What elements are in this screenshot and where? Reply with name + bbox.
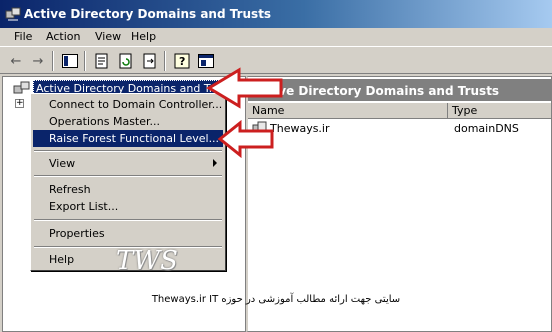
menu-item-refresh[interactable]: Refresh — [33, 181, 223, 198]
menu-separator — [34, 150, 222, 152]
menu-view[interactable]: View — [95, 30, 121, 43]
menu-item-operations-master[interactable]: Operations Master... — [33, 113, 223, 130]
details-header: Active Directory Domains and Trusts — [248, 79, 552, 101]
ad-domains-icon — [13, 81, 30, 94]
back-icon[interactable]: ← — [6, 51, 26, 71]
menu-file[interactable]: File — [14, 30, 32, 43]
export-icon[interactable] — [140, 51, 160, 71]
menu-separator — [34, 175, 222, 177]
window-titlebar: Active Directory Domains and Trusts — [0, 0, 552, 28]
column-header-name[interactable]: Name — [248, 103, 448, 119]
menubar: File Action View Help — [0, 28, 552, 46]
menu-separator — [34, 219, 222, 221]
help-icon[interactable]: ? — [172, 51, 192, 71]
properties-icon[interactable] — [92, 51, 112, 71]
row-name: Theways.ir — [270, 122, 330, 135]
console-icon[interactable] — [196, 51, 216, 71]
menu-item-raise-forest-level[interactable]: Raise Forest Functional Level... — [33, 130, 223, 147]
domain-icon — [252, 121, 267, 134]
column-header-type[interactable]: Type — [448, 103, 552, 119]
menu-item-export-list[interactable]: Export List... — [33, 198, 223, 215]
table-row[interactable]: Theways.ir domainDNS — [250, 121, 550, 137]
forward-icon[interactable]: → — [28, 51, 48, 71]
refresh-icon[interactable] — [116, 51, 136, 71]
toolbar: ← → ? — [0, 46, 552, 74]
toolbar-separator — [164, 51, 166, 71]
window-title: Active Directory Domains and Trusts — [24, 7, 272, 21]
footer-text: سایتی جهت ارائه مطالب آموزشی در حوزه IT — [209, 294, 401, 305]
menu-item-connect-dc[interactable]: Connect to Domain Controller... — [33, 96, 223, 113]
menu-item-view[interactable]: View — [33, 155, 223, 172]
show-hide-tree-icon[interactable] — [60, 51, 80, 71]
svg-text:?: ? — [179, 55, 185, 68]
ad-domains-icon — [5, 7, 21, 21]
context-menu: Connect to Domain Controller... Operatio… — [30, 93, 226, 271]
toolbar-separator — [52, 51, 54, 71]
footer-brand: Theways.ir — [151, 294, 206, 305]
expand-icon[interactable]: + — [15, 99, 24, 108]
footer-caption: Theways.ir سایتی جهت ارائه مطالب آموزشی … — [0, 294, 552, 305]
row-type: domainDNS — [454, 122, 519, 135]
menu-help[interactable]: Help — [131, 30, 156, 43]
toolbar-separator — [84, 51, 86, 71]
menu-item-view-label: View — [49, 157, 76, 170]
menu-item-properties[interactable]: Properties — [33, 225, 223, 242]
submenu-arrow-icon — [213, 159, 217, 167]
menu-action[interactable]: Action — [46, 30, 80, 43]
watermark-logo: TWS — [116, 246, 178, 276]
